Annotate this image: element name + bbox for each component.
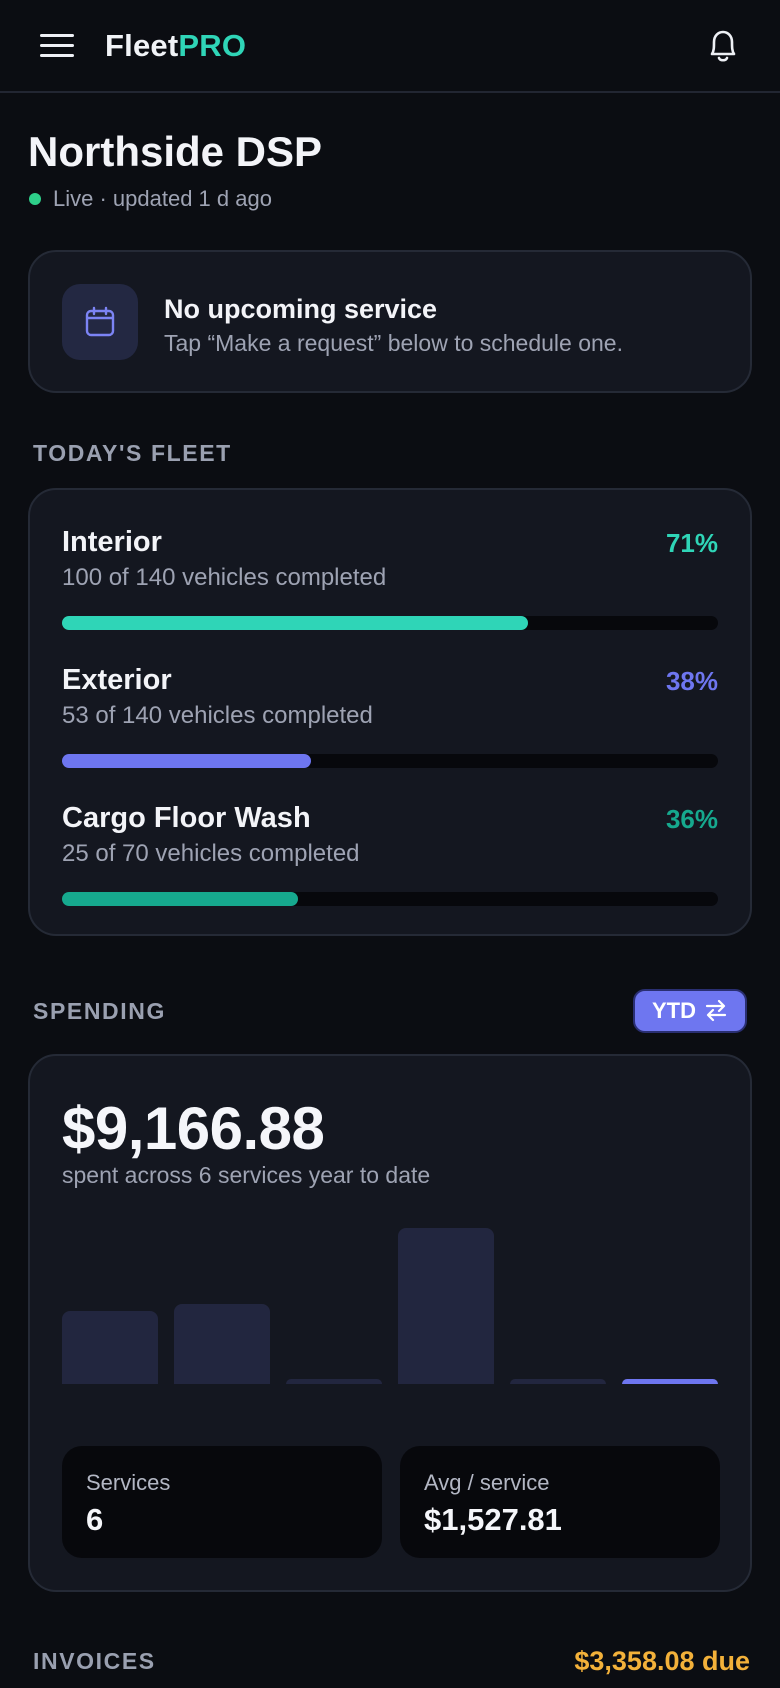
invoices-section-label: INVOICES: [33, 1648, 156, 1674]
chart-bar-mar[interactable]: [174, 1304, 270, 1384]
chart-bar-may[interactable]: [398, 1228, 494, 1384]
chart-bar-jun[interactable]: [510, 1379, 606, 1384]
fleet-row-exterior: Exterior 38% 53 of 140 vehicles complete…: [62, 664, 718, 784]
top-bar: FleetPRO: [0, 0, 780, 93]
avg-service-stat: Avg / service $1,527.81: [400, 1446, 720, 1558]
service-card-title: No upcoming service: [164, 294, 438, 324]
live-status: Live · updated 1 d ago: [29, 186, 272, 212]
invoices-due-amount[interactable]: $3,358.08 due: [574, 1646, 750, 1677]
fleet-item-detail: 53 of 140 vehicles completed: [62, 702, 373, 729]
bell-icon[interactable]: [702, 24, 744, 68]
fleet-item-detail: 100 of 140 vehicles completed: [62, 564, 387, 591]
stat-label: Services: [86, 1470, 171, 1495]
fleet-row-cargo-floor-wash: Cargo Floor Wash 36% 25 of 70 vehicles c…: [62, 802, 718, 922]
chart-bar-apr[interactable]: [286, 1379, 382, 1384]
live-indicator-icon: [29, 193, 41, 205]
period-toggle-button[interactable]: YTD: [633, 989, 747, 1033]
services-stat: Services 6: [62, 1446, 382, 1558]
brand-name-accent: PRO: [178, 28, 247, 63]
live-status-text: Live · updated 1 d ago: [53, 186, 272, 211]
progress-track: [62, 892, 718, 906]
progress-fill: [62, 616, 528, 630]
fleet-item-detail: 25 of 70 vehicles completed: [62, 840, 360, 867]
swap-icon: [705, 1000, 727, 1022]
fleet-item-name: Exterior: [62, 664, 172, 696]
fleet-item-percent: 71%: [665, 528, 718, 558]
fleet-row-interior: Interior 71% 100 of 140 vehicles complet…: [62, 526, 718, 646]
service-card-subtitle: Tap “Make a request” below to schedule o…: [164, 330, 623, 356]
stat-value: 6: [86, 1502, 104, 1537]
fleet-section-label: TODAY'S FLEET: [33, 440, 232, 466]
chart-bar-jul[interactable]: [622, 1379, 718, 1384]
fleet-progress-card: Interior 71% 100 of 140 vehicles complet…: [28, 488, 752, 936]
page-title: Northside DSP: [28, 128, 323, 175]
chart-bar-feb[interactable]: [62, 1311, 158, 1384]
monthly-spending-chart: FebMarAprMayJunJul: [62, 1220, 718, 1470]
brand-logo: FleetPRO: [105, 28, 246, 64]
brand-name-primary: Fleet: [105, 28, 179, 63]
stat-label: Avg / service: [424, 1470, 550, 1495]
fleet-item-name: Interior: [62, 526, 162, 558]
spending-total: $9,166.88: [62, 1095, 325, 1162]
menu-icon[interactable]: [36, 28, 78, 64]
spending-caption: spent across 6 services year to date: [62, 1162, 431, 1188]
progress-track: [62, 616, 718, 630]
spending-card: $9,166.88 spent across 6 services year t…: [28, 1054, 752, 1592]
stat-value: $1,527.81: [424, 1502, 562, 1537]
calendar-icon: [62, 284, 138, 360]
upcoming-service-card[interactable]: No upcoming service Tap “Make a request”…: [28, 250, 752, 393]
period-toggle-label: YTD: [652, 998, 696, 1023]
fleet-item-percent: 36%: [665, 804, 718, 834]
progress-track: [62, 754, 718, 768]
progress-fill: [62, 754, 312, 768]
fleet-item-name: Cargo Floor Wash: [62, 802, 311, 834]
fleet-item-percent: 38%: [665, 666, 718, 696]
spending-section-label: SPENDING: [33, 998, 166, 1024]
progress-fill: [62, 892, 299, 906]
